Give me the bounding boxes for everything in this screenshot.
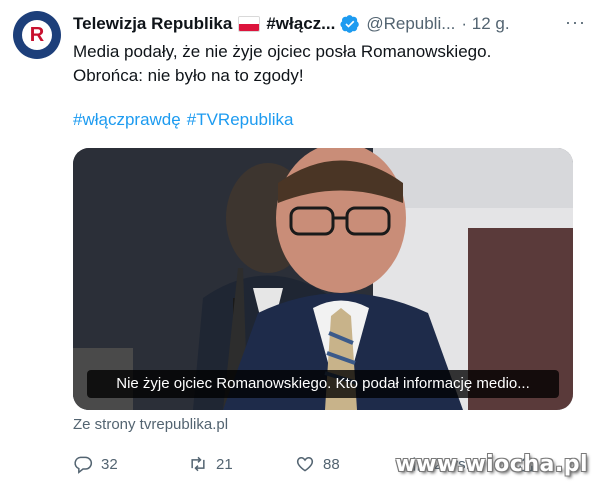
card-caption: Nie żyje ojciec Romanowskiego. Kto podał… (87, 370, 559, 398)
hashtag-link[interactable]: #włączprawdę (73, 110, 181, 129)
tweet-text-line: Obrońca: nie było na to zgody! (73, 66, 304, 85)
reply-icon (74, 456, 93, 474)
author-handle[interactable]: @Republi... (366, 14, 455, 34)
avatar[interactable]: R (13, 11, 61, 59)
watermark: www.wiocha.pl (395, 452, 588, 477)
repost-count: 21 (216, 455, 233, 473)
republika-logo: R (22, 20, 52, 50)
tweet-text: Media podały, że nie żyje ojciec posła R… (73, 40, 583, 88)
hashtag-list: #włączprawdę #TVRepublika (73, 110, 300, 130)
tweet-header: Telewizja Republika #włącz... @Republi..… (73, 12, 592, 36)
repost-button[interactable]: 21 (188, 454, 233, 474)
reply-count: 32 (101, 455, 118, 473)
heart-icon (296, 456, 314, 472)
more-options-icon[interactable]: ··· (565, 12, 586, 33)
verified-badge-icon (340, 15, 360, 33)
like-count: 88 (323, 455, 340, 473)
like-button[interactable]: 88 (295, 454, 340, 474)
reply-button[interactable]: 32 (73, 454, 118, 474)
poland-flag-icon (238, 16, 261, 32)
card-source[interactable]: Ze strony tvrepublika.pl (73, 416, 228, 433)
author-name-suffix[interactable]: #włącz... (266, 14, 335, 34)
tweet-timestamp[interactable]: · 12 g. (461, 14, 509, 34)
hashtag-link[interactable]: #TVRepublika (187, 110, 294, 129)
repost-icon (191, 456, 205, 472)
link-card[interactable]: Nie żyje ojciec Romanowskiego. Kto podał… (73, 148, 573, 410)
author-name[interactable]: Telewizja Republika (73, 14, 232, 34)
tweet-text-line: Media podały, że nie żyje ojciec posła R… (73, 42, 492, 61)
